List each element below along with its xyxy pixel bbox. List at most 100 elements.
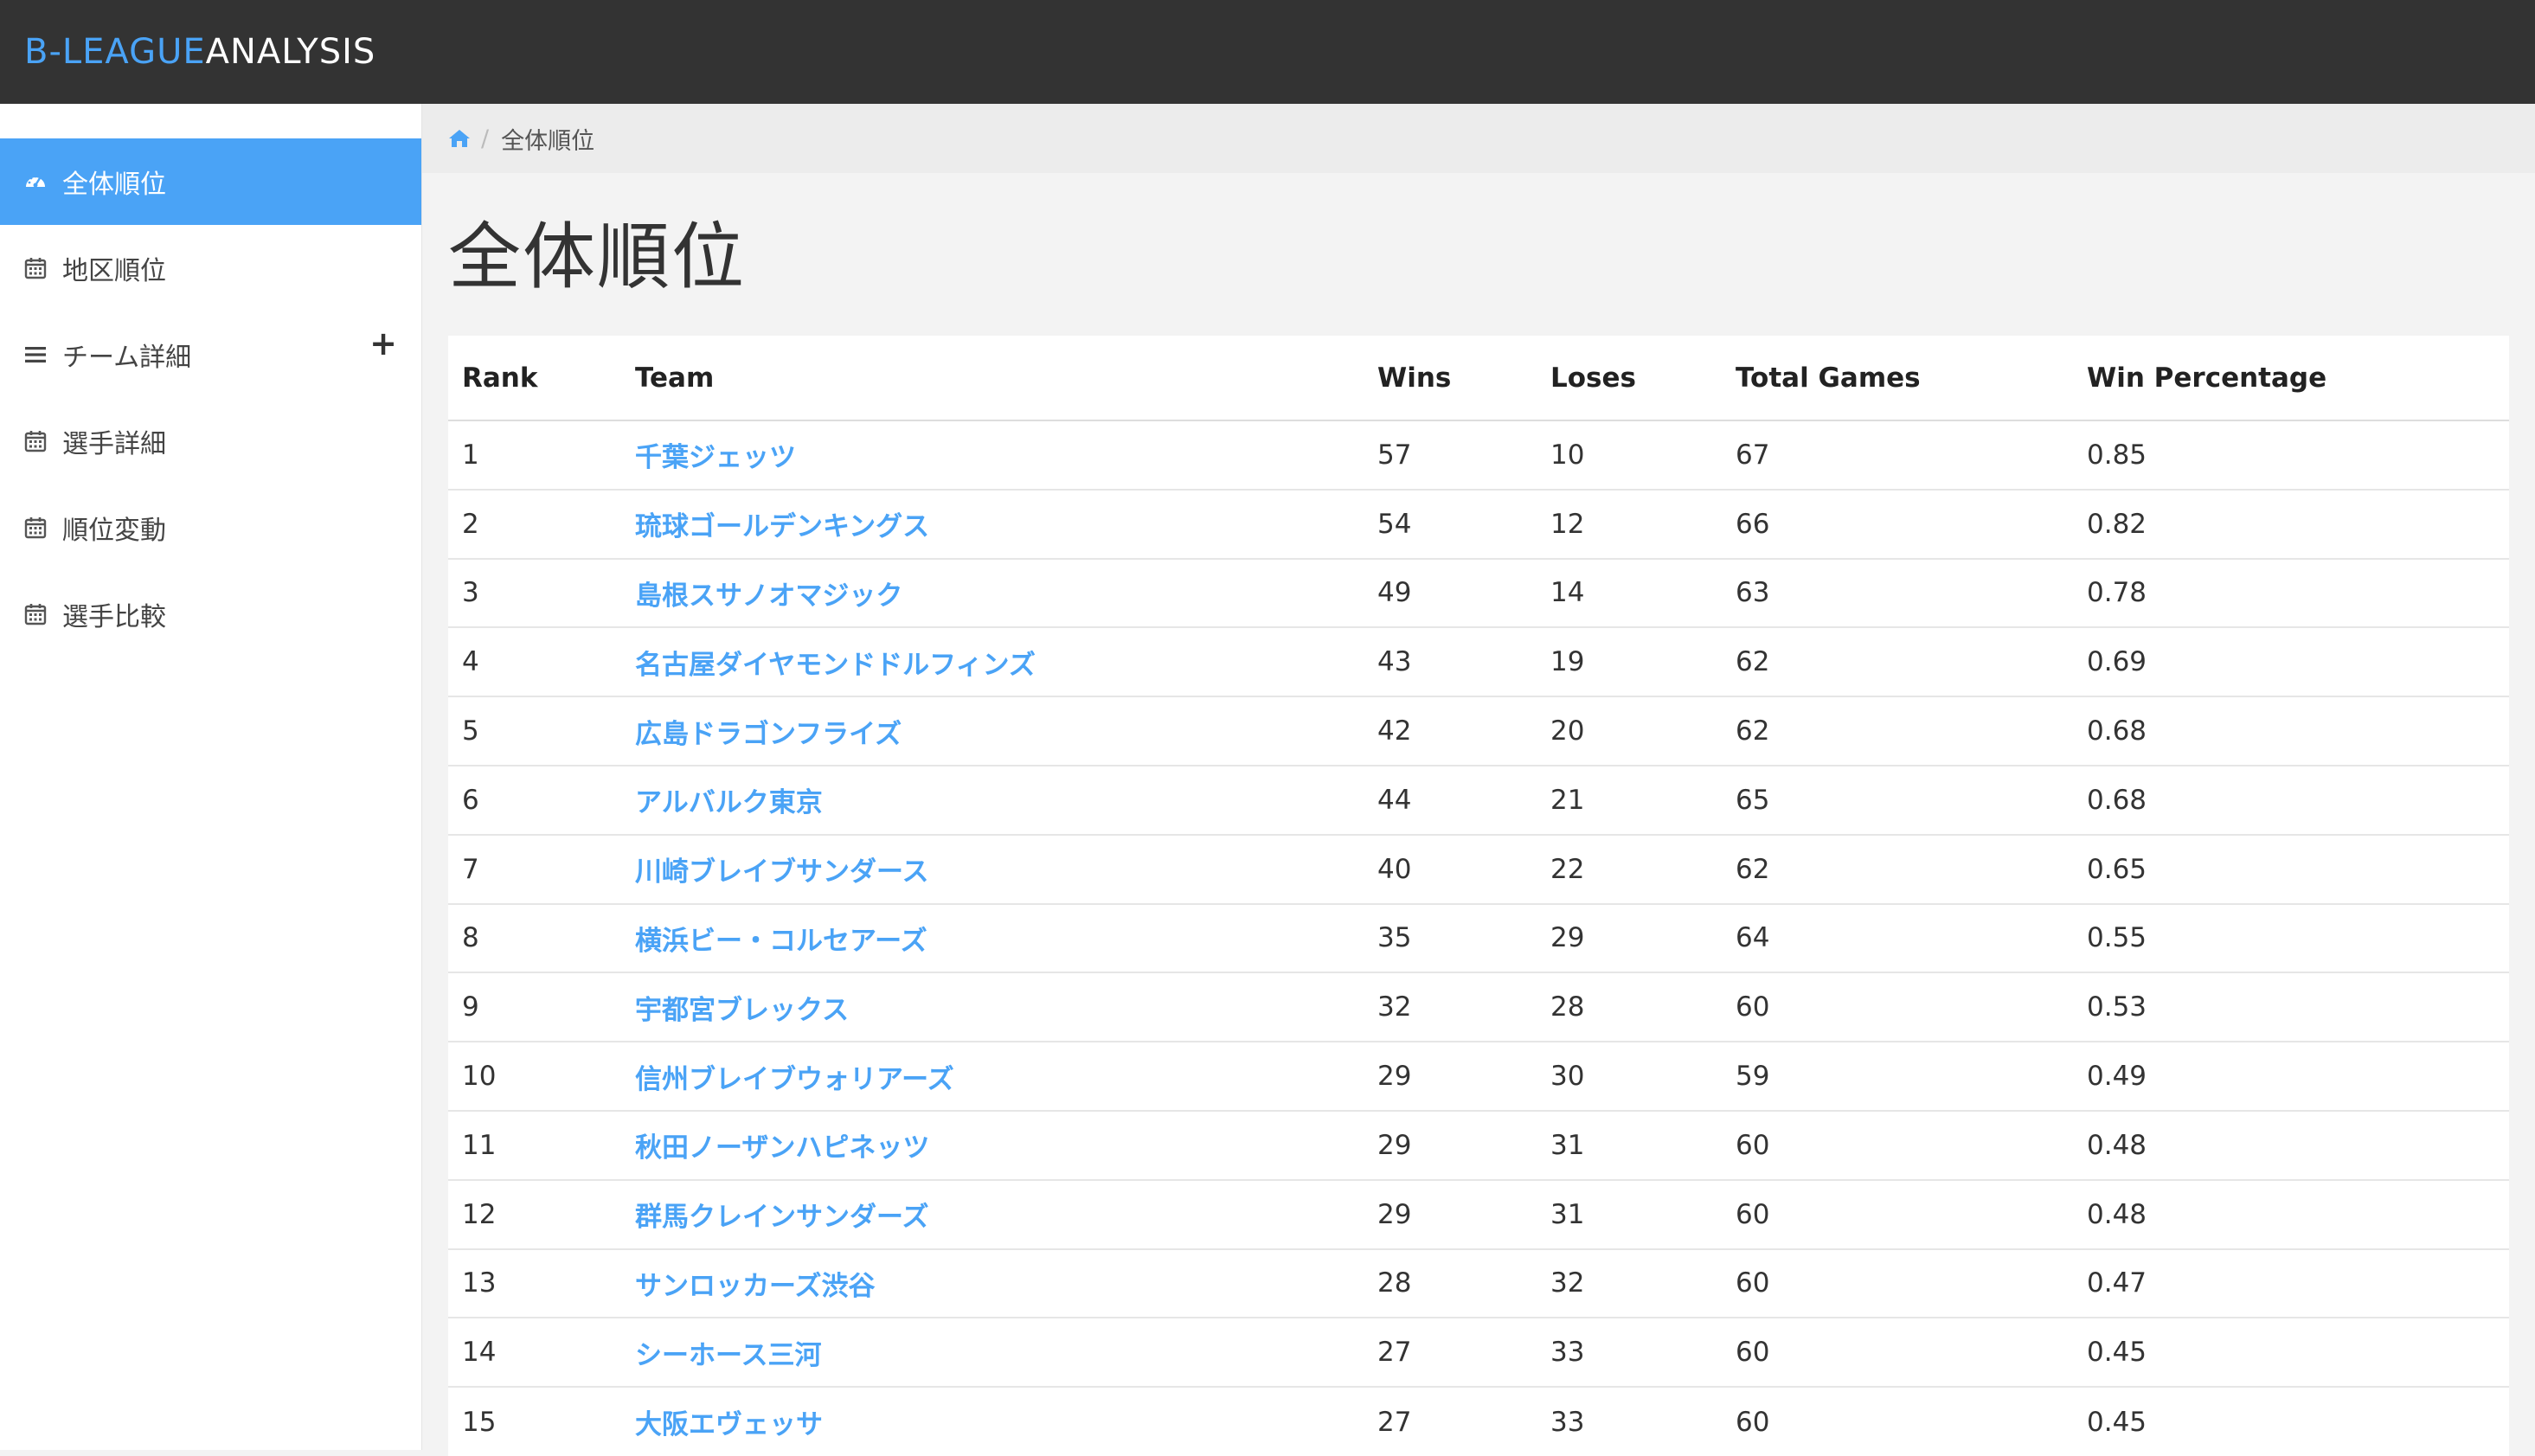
cell-total-games: 59 [1722, 1041, 2073, 1111]
cell-loses: 21 [1537, 764, 1722, 835]
team-link[interactable]: 千葉ジェッツ [635, 442, 796, 473]
team-link[interactable]: 横浜ビー・コルセアーズ [635, 926, 927, 957]
cell-loses: 10 [1550, 439, 1585, 471]
cell-wins: 29 [1364, 1041, 1537, 1111]
cell-win-percentage: 0.68 [2073, 696, 2509, 766]
cell-win-percentage: 0.47 [2073, 1248, 2509, 1318]
cell-wins: 54 [1364, 488, 1537, 559]
cell-win-percentage: 0.69 [2073, 626, 2509, 697]
cell-team: 横浜ビー・コルセアーズ [621, 902, 1364, 973]
cell-rank: 8 [448, 902, 621, 973]
team-link[interactable]: 広島ドラゴンフライズ [635, 719, 902, 750]
sidebar-item-ranking-changes[interactable]: 順位変動 [0, 484, 421, 571]
cell-wins: 44 [1364, 764, 1537, 835]
cell-win-percentage: 0.78 [2073, 557, 2509, 628]
team-link[interactable]: サンロッカーズ渋谷 [635, 1271, 875, 1302]
table-row: 5 広島ドラゴンフライズ 42 20 62 0.68 [448, 696, 2509, 766]
bars-icon [22, 342, 48, 368]
cell-wins: 40 [1364, 833, 1537, 904]
cell-team: 宇都宮ブレックス [621, 972, 1364, 1042]
team-link[interactable]: 群馬クレインサンダーズ [635, 1202, 928, 1233]
sidebar-item-division-standings[interactable]: 地区順位 [0, 225, 421, 311]
cell-wins: 42 [1364, 696, 1537, 766]
team-link[interactable]: 大阪エヴェッサ [635, 1409, 823, 1440]
brand-part-2: ANALYSIS [205, 32, 376, 72]
table-row: 10 信州ブレイブウォリアーズ 29 30 59 0.49 [448, 1041, 2509, 1111]
team-link[interactable]: 琉球ゴールデンキングス [635, 511, 929, 542]
column-header-wins[interactable]: Wins [1364, 336, 1537, 421]
team-link[interactable]: シーホース三河 [635, 1340, 821, 1371]
sidebar-item-label: 地区順位 [62, 256, 166, 286]
cell-team: 信州ブレイブウォリアーズ [621, 1041, 1364, 1111]
breadcrumb-current: 全体順位 [501, 127, 595, 155]
cell-total-games: 65 [1722, 764, 2073, 835]
table-row: 6 アルバルク東京 44 21 65 0.68 [448, 764, 2509, 835]
column-header-loses[interactable]: Loses [1537, 336, 1722, 421]
cell-rank: 12 [448, 1178, 621, 1249]
team-link[interactable]: 宇都宮ブレックス [635, 995, 849, 1026]
team-link[interactable]: 川崎ブレイブサンダース [635, 856, 928, 888]
calendar-icon [22, 255, 48, 281]
team-link[interactable]: アルバルク東京 [635, 787, 823, 818]
cell-total-games: 67 [1736, 439, 1770, 471]
breadcrumb: / 全体順位 [422, 104, 2535, 173]
table-row: 2 琉球ゴールデンキングス 54 12 66 0.82 [448, 488, 2509, 559]
sidebar-item-label: 選手詳細 [62, 429, 166, 459]
cell-team: 大阪エヴェッサ [621, 1386, 1364, 1456]
cell-loses: 22 [1537, 833, 1722, 904]
cell-total-games: 60 [1722, 1386, 2073, 1456]
cell-total-games: 60 [1722, 1178, 2073, 1249]
cell-wins: 35 [1364, 902, 1537, 973]
calendar-icon [22, 428, 48, 454]
home-icon[interactable] [448, 128, 471, 149]
team-link[interactable]: 信州ブレイブウォリアーズ [635, 1064, 954, 1095]
column-header-win-percentage[interactable]: Win Percentage [2073, 336, 2509, 421]
cell-total-games: 60 [1722, 1248, 2073, 1318]
cell-win-percentage: 0.55 [2073, 902, 2509, 973]
cell-rank: 10 [448, 1041, 621, 1111]
sidebar-menu: 全体順位 地区順位 チーム詳細 + 選手詳細 順位変動 選手比較 [0, 104, 421, 657]
cell-loses: 33 [1537, 1386, 1722, 1456]
team-link[interactable]: 名古屋ダイヤモンドドルフィンズ [635, 650, 1036, 681]
cell-win-percentage: 0.53 [2073, 972, 2509, 1042]
cell-wins: 29 [1364, 1178, 1537, 1249]
expand-plus-icon[interactable]: + [369, 327, 397, 360]
cell-team: 川崎ブレイブサンダース [621, 833, 1364, 904]
column-header-total-games[interactable]: Total Games [1722, 336, 2073, 421]
cell-team: シーホース三河 [621, 1317, 1364, 1388]
cell-loses: 31 [1537, 1109, 1722, 1180]
cell-loses: 33 [1537, 1317, 1722, 1388]
cell-total-games: 60 [1722, 1317, 2073, 1388]
cell-total-games: 62 [1722, 833, 2073, 904]
standings-table-container: Rank Team Wins Loses Total Games Win Per… [448, 336, 2509, 1456]
team-link[interactable]: 秋田ノーザンハピネッツ [635, 1132, 929, 1164]
top-navbar: B-LEAGUEANALYSIS [0, 0, 2535, 104]
table-row: 14 シーホース三河 27 33 60 0.45 [448, 1317, 2509, 1388]
sidebar-item-team-details[interactable]: チーム詳細 + [0, 311, 421, 398]
column-header-rank[interactable]: Rank [448, 336, 621, 421]
table-row: 15 大阪エヴェッサ 27 33 60 0.45 [448, 1386, 2509, 1456]
cell-loses: 28 [1537, 972, 1722, 1042]
sidebar-item-overall-standings[interactable]: 全体順位 [0, 138, 421, 225]
cell-rank: 15 [448, 1386, 621, 1456]
cell-wins: 27 [1364, 1317, 1537, 1388]
table-row: 8 横浜ビー・コルセアーズ 35 29 64 0.55 [448, 902, 2509, 973]
sidebar-item-label: 順位変動 [62, 516, 166, 546]
team-link[interactable]: 島根スサノオマジック [635, 580, 902, 612]
cell-win-percentage: 0.65 [2073, 833, 2509, 904]
cell-win-percentage: 0.49 [2073, 1041, 2509, 1111]
cell-total-games: 66 [1722, 488, 2073, 559]
brand-logo[interactable]: B-LEAGUEANALYSIS [24, 32, 375, 72]
cell-win-percentage: 0.48 [2073, 1178, 2509, 1249]
cell-total-games: 64 [1722, 902, 2073, 973]
column-header-team[interactable]: Team [621, 336, 1364, 421]
page-title: 全体順位 [448, 215, 747, 299]
cell-loses: 19 [1537, 626, 1722, 697]
sidebar-item-player-details[interactable]: 選手詳細 [0, 398, 421, 484]
sidebar-item-player-comparison[interactable]: 選手比較 [0, 571, 421, 657]
table-row: 4 名古屋ダイヤモンドドルフィンズ 43 19 62 0.69 [448, 626, 2509, 697]
sidebar-item-label: 全体順位 [62, 170, 166, 200]
cell-team: 千葉ジェッツ [621, 420, 1364, 490]
table-row: 7 川崎ブレイブサンダース 40 22 62 0.65 [448, 833, 2509, 904]
cell-team: サンロッカーズ渋谷 [621, 1248, 1364, 1318]
